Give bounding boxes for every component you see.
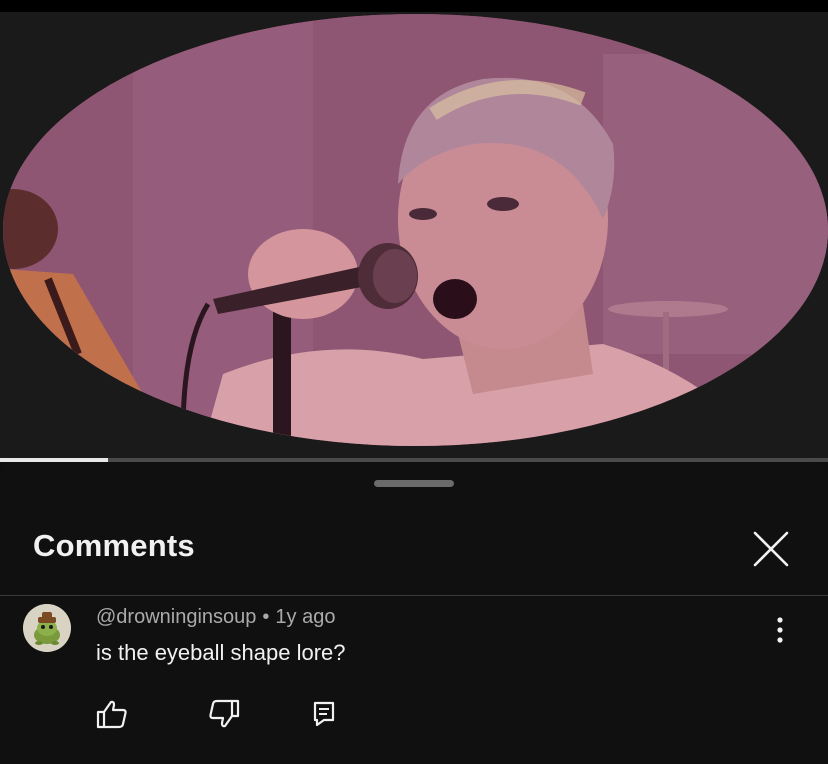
thumbs-down-icon — [209, 699, 240, 728]
dislike-button[interactable] — [204, 696, 244, 732]
drag-handle[interactable] — [374, 480, 454, 487]
comment-meta: @drowninginsoup • 1y ago — [96, 606, 335, 629]
close-icon — [753, 531, 789, 567]
thumbs-up-icon — [96, 700, 127, 729]
comment-author[interactable]: @drowninginsoup — [96, 606, 256, 628]
reply-button[interactable] — [304, 696, 344, 732]
comment-text: is the eyeball shape lore? — [96, 640, 346, 665]
video-top-bar — [0, 0, 828, 12]
reply-icon — [313, 701, 335, 727]
commenter-avatar[interactable] — [23, 604, 71, 652]
close-button[interactable] — [748, 526, 794, 572]
video-frame-image — [3, 14, 828, 446]
frog-avatar-icon — [23, 604, 71, 652]
comments-title: Comments — [33, 528, 195, 563]
comment-more-button[interactable] — [764, 612, 796, 648]
like-button[interactable] — [92, 696, 132, 732]
meta-separator: • — [262, 606, 270, 628]
header-divider — [0, 595, 828, 596]
video-player[interactable] — [0, 0, 828, 460]
video-frame[interactable] — [3, 14, 828, 446]
comment-time: 1y ago — [275, 606, 336, 628]
comments-sheet: Comments @drowninginsoup • 1y ago is the… — [0, 462, 828, 764]
screen: Comments @drowninginsoup • 1y ago is the… — [0, 0, 828, 764]
more-vert-icon — [777, 617, 783, 643]
